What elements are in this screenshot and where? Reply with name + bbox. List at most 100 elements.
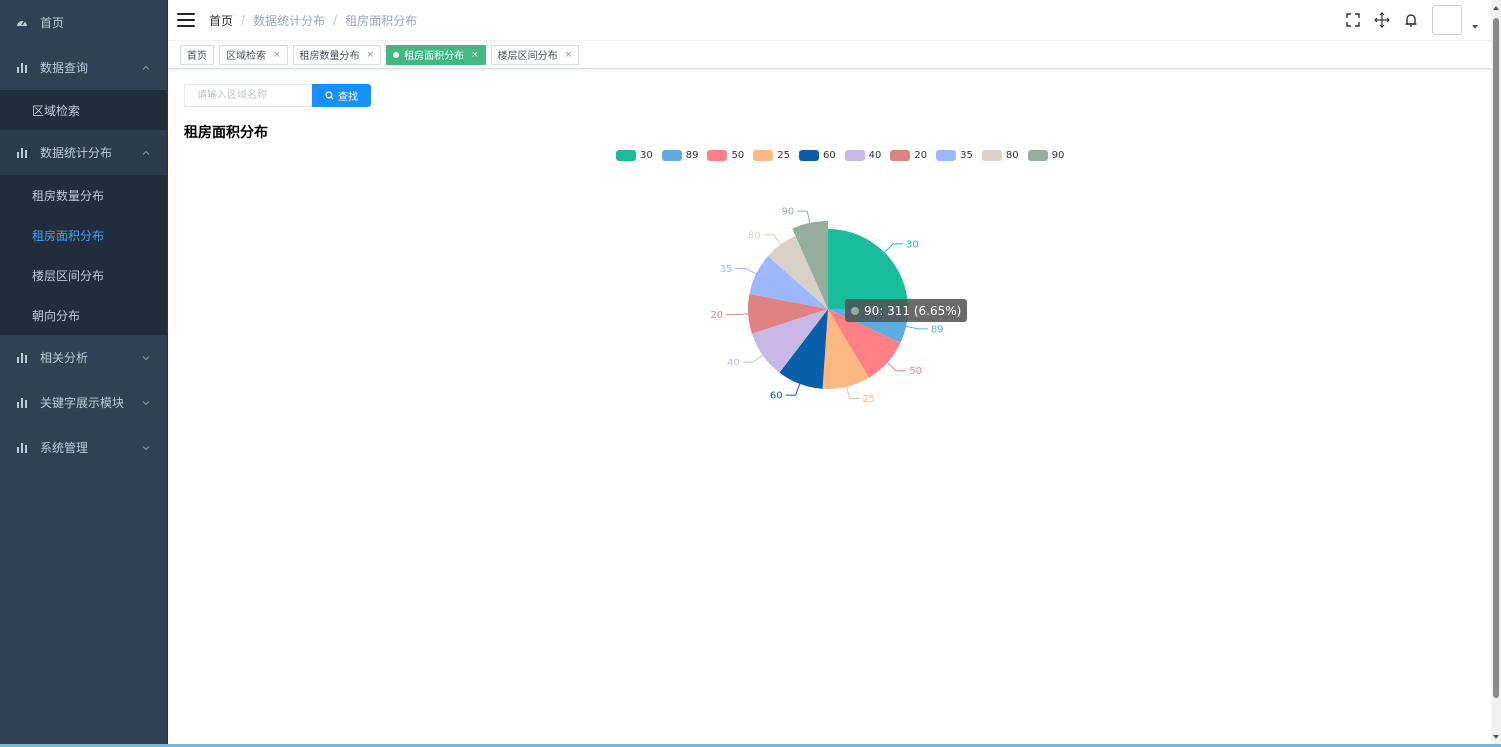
sidebar-item-keywords[interactable]: 关键字展示模块 — [0, 380, 167, 425]
sidebar-item-label: 相关分析 — [40, 351, 89, 365]
pie-label-line-60 — [785, 383, 801, 396]
navbar-right — [1332, 0, 1479, 40]
sidebar-item-label: 数据查询 — [40, 61, 89, 75]
scrollbar[interactable] — [1491, 0, 1501, 747]
pie-label-line-35 — [735, 267, 757, 275]
legend-item-80[interactable]: 80 — [981, 150, 1019, 161]
legend-item-25[interactable]: 25 — [753, 150, 790, 161]
pie-label-line-25 — [846, 386, 860, 399]
pie-label-60: 60 — [770, 391, 783, 402]
tag-floor-range[interactable]: 楼层区间分布 × — [490, 44, 580, 65]
legend-label: 60 — [822, 150, 836, 161]
sidebar-item-home[interactable]: 首页 — [0, 0, 167, 45]
pie-label-30: 30 — [906, 239, 919, 250]
chevron-down-icon — [142, 445, 150, 450]
pie-label-line-50 — [887, 362, 907, 372]
legend-label: 50 — [731, 150, 745, 161]
pie-label-line-89 — [905, 325, 928, 330]
pie-label-80: 80 — [748, 230, 761, 241]
search-input[interactable] — [184, 84, 312, 107]
legend-swatch — [890, 150, 911, 161]
sidebar-item-rent-count[interactable]: 租房数量分布 — [0, 175, 167, 215]
legend-swatch — [798, 150, 819, 161]
sidebar-item-rent-area[interactable]: 租房面积分布 — [0, 215, 167, 255]
legend-item-50[interactable]: 50 — [707, 150, 744, 161]
hamburger-icon[interactable] — [177, 13, 195, 27]
sidebar-item-correlation[interactable]: 相关分析 — [0, 335, 167, 380]
bar-chart-icon — [17, 397, 27, 408]
chevron-up-icon — [142, 65, 150, 70]
sidebar-item-label: 数据统计分布 — [40, 146, 113, 160]
legend-label: 35 — [960, 150, 973, 161]
pie-label-line-40 — [742, 354, 763, 363]
size-move-icon[interactable] — [1374, 12, 1390, 28]
sidebar-item-system[interactable]: 系统管理 — [0, 425, 167, 470]
pie-label-line-20 — [726, 313, 749, 316]
search-button[interactable]: 查找 — [312, 84, 371, 107]
legend-label: 30 — [640, 150, 653, 161]
legend-label: 89 — [685, 150, 699, 161]
pie-label-line-80 — [763, 234, 782, 245]
close-icon[interactable]: × — [367, 50, 375, 60]
legend-item-89[interactable]: 89 — [661, 150, 699, 161]
tag-rent-count[interactable]: 租房数量分布 × — [292, 44, 382, 65]
close-icon[interactable]: × — [471, 50, 479, 60]
pie-label-40: 40 — [727, 358, 740, 369]
tag-home[interactable]: 首页 — [180, 44, 214, 65]
scroll-down-icon[interactable] — [1492, 733, 1500, 741]
breadcrumb-stats: 数据统计分布 — [253, 13, 326, 28]
bar-chart-icon — [17, 147, 27, 158]
breadcrumb-home[interactable]: 首页 — [209, 12, 233, 29]
pie-label-line-30 — [884, 243, 903, 253]
search-icon — [325, 91, 334, 100]
legend-swatch — [661, 150, 682, 161]
avatar[interactable] — [1432, 5, 1462, 35]
sidebar-item-data-stats[interactable]: 数据统计分布 — [0, 130, 167, 175]
sidebar: 首页 数据查询 区域检索 数据统计分布 租房数量分布 租房面积分布 楼层区间分布… — [0, 0, 168, 747]
legend-label: 40 — [868, 150, 882, 161]
caret-down-icon[interactable] — [1471, 23, 1479, 31]
legend-item-35[interactable]: 35 — [936, 150, 973, 161]
legend-item-20[interactable]: 20 — [890, 150, 927, 161]
close-icon[interactable]: × — [273, 50, 281, 60]
submenu-data-stats: 租房数量分布 租房面积分布 楼层区间分布 朝向分布 — [0, 175, 167, 335]
tag-region-search[interactable]: 区域检索 × — [219, 44, 288, 65]
close-icon[interactable]: × — [565, 50, 573, 60]
legend-swatch — [707, 150, 728, 161]
legend-label: 25 — [777, 150, 790, 161]
tooltip-dot-icon — [851, 306, 859, 315]
sidebar-item-label: 首页 — [40, 16, 65, 30]
legend-item-30[interactable]: 30 — [616, 150, 653, 161]
legend-item-60[interactable]: 60 — [798, 150, 836, 161]
scroll-up-icon[interactable] — [1492, 4, 1500, 12]
sidebar-item-floor-range[interactable]: 楼层区间分布 — [0, 255, 167, 295]
chevron-up-icon — [142, 150, 150, 155]
bell-icon[interactable] — [1403, 12, 1419, 28]
legend-swatch — [981, 150, 1002, 161]
page-title: 租房面积分布 — [184, 125, 268, 141]
pie-label-line-90 — [797, 210, 811, 224]
sidebar-item-orientation[interactable]: 朝向分布 — [0, 295, 167, 335]
pie-chart: 30 89 50 25 60 40 20 35 80 90 — [710, 207, 944, 405]
bar-chart-icon — [17, 352, 27, 363]
pie-label-35: 35 — [720, 264, 733, 275]
legend-item-90[interactable]: 90 — [1027, 150, 1064, 161]
pie-slice-30[interactable] — [828, 229, 908, 309]
fullscreen-icon[interactable] — [1345, 12, 1361, 28]
bar-chart-icon — [17, 442, 27, 453]
sidebar-item-data-query[interactable]: 数据查询 — [0, 45, 167, 90]
sidebar-item-region-search[interactable]: 区域检索 — [0, 90, 167, 130]
tags-view: 首页 区域检索 × 租房数量分布 × 租房面积分布 × 楼层区间分布 × — [168, 41, 1491, 69]
chevron-down-icon — [142, 400, 150, 405]
legend-swatch — [753, 150, 774, 161]
pie-label-89: 89 — [931, 324, 944, 335]
legend-item-40[interactable]: 40 — [844, 150, 882, 161]
legend-label: 20 — [914, 150, 928, 161]
tag-rent-area[interactable]: 租房面积分布 × — [386, 44, 486, 65]
pie-label-25: 25 — [862, 394, 875, 405]
scroll-thumb[interactable] — [1493, 18, 1499, 698]
dashboard-icon — [17, 20, 27, 26]
sidebar-item-label: 系统管理 — [40, 441, 89, 455]
legend-swatch — [844, 150, 865, 161]
pie-label-20: 20 — [710, 310, 723, 321]
